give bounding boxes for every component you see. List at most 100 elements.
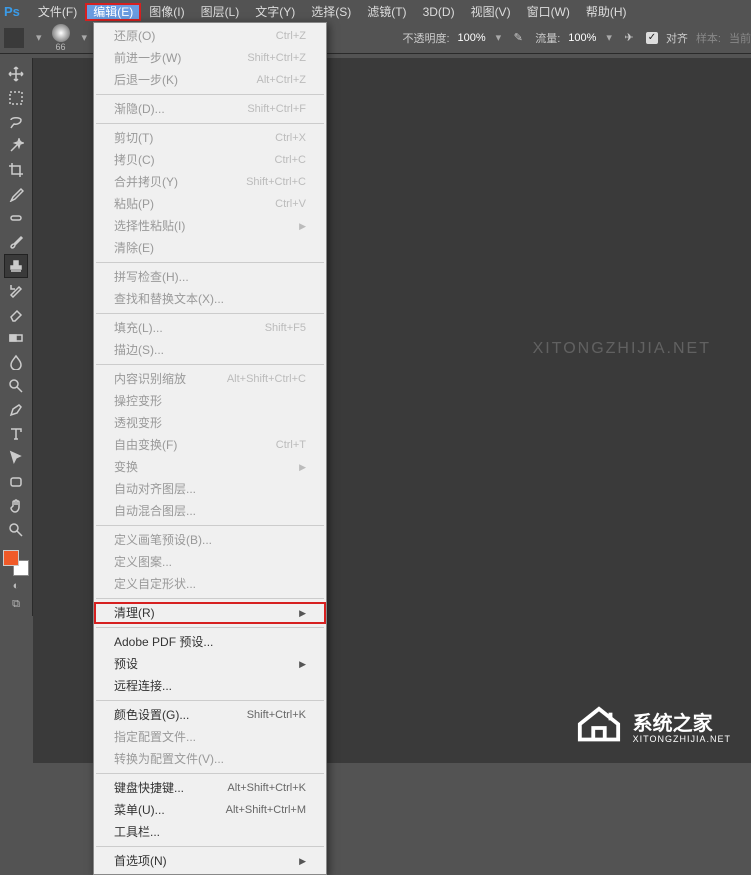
chevron-down-icon[interactable]: ▾ — [606, 31, 612, 44]
tool-magic-wand[interactable] — [4, 134, 28, 158]
menu-item[interactable]: 颜色设置(G)... Shift+Ctrl+K — [94, 704, 326, 726]
menu-编辑[interactable]: 编辑(E) — [85, 3, 141, 21]
menu-item-shortcut: Shift+Ctrl+Z — [247, 50, 306, 66]
tool-zoom[interactable] — [4, 518, 28, 542]
tool-move[interactable] — [4, 62, 28, 86]
brush-size-label: 66 — [56, 42, 66, 52]
airbrush-icon[interactable]: ✈ — [620, 29, 638, 47]
tool-healing[interactable] — [4, 206, 28, 230]
opacity-value[interactable]: 100% — [458, 32, 486, 44]
menu-item-label: 菜单(U)... — [114, 802, 165, 818]
menu-item: 清除(E) — [94, 237, 326, 259]
menu-separator — [96, 94, 324, 95]
menu-item[interactable]: 工具栏... — [94, 821, 326, 843]
tool-stamp[interactable] — [4, 254, 28, 278]
menu-item[interactable]: 远程连接... — [94, 675, 326, 697]
brush-preview[interactable]: 66 — [50, 24, 72, 52]
menu-item-label: 工具栏... — [114, 824, 160, 840]
tool-rectangle[interactable] — [4, 470, 28, 494]
menu-item-label: 自动混合图层... — [114, 503, 196, 519]
menu-item: 选择性粘贴(I)▶ — [94, 215, 326, 237]
menu-item-label: 转换为配置文件(V)... — [114, 751, 224, 767]
screenmode-icon[interactable]: ⧉ — [5, 596, 27, 612]
menu-item: 定义自定形状... — [94, 573, 326, 595]
menu-item-label: 粘贴(P) — [114, 196, 154, 212]
menu-item: 透视变形 — [94, 412, 326, 434]
menu-item[interactable]: 首选项(N)▶ — [94, 850, 326, 872]
brush-circle-icon — [52, 24, 70, 42]
submenu-arrow-icon: ▶ — [299, 459, 306, 475]
menu-item-shortcut: Shift+Ctrl+K — [247, 707, 306, 723]
tool-preset-icon[interactable] — [4, 28, 24, 48]
menu-item-label: 定义画笔预设(B)... — [114, 532, 212, 548]
toolbox: ◐ ⧉ — [0, 58, 33, 616]
quickmask-icon[interactable]: ◐ — [5, 578, 27, 594]
color-swatches[interactable] — [3, 550, 29, 576]
menu-item-label: 描边(S)... — [114, 342, 164, 358]
ps-logo: Ps — [4, 4, 20, 19]
tool-lasso[interactable] — [4, 110, 28, 134]
menu-滤镜[interactable]: 滤镜(T) — [359, 3, 414, 21]
chevron-down-icon[interactable]: ▾ — [496, 31, 502, 44]
tool-hand[interactable] — [4, 494, 28, 518]
tool-gradient[interactable] — [4, 326, 28, 350]
menu-separator — [96, 700, 324, 701]
menu-item-shortcut: Alt+Shift+Ctrl+K — [227, 780, 306, 796]
menu-item-shortcut: Ctrl+C — [275, 152, 306, 168]
menu-item: 变换▶ — [94, 456, 326, 478]
menu-separator — [96, 313, 324, 314]
menu-item-shortcut: Shift+Ctrl+F — [247, 101, 306, 117]
menu-item-label: 还原(O) — [114, 28, 155, 44]
menu-item-label: 远程连接... — [114, 678, 172, 694]
menu-item[interactable]: 菜单(U)... Alt+Shift+Ctrl+M — [94, 799, 326, 821]
tool-eraser[interactable] — [4, 302, 28, 326]
foreground-swatch[interactable] — [3, 550, 19, 566]
tool-dodge[interactable] — [4, 374, 28, 398]
menu-item-label: 颜色设置(G)... — [114, 707, 189, 723]
tool-marquee[interactable] — [4, 86, 28, 110]
menu-item-label: 指定配置文件... — [114, 729, 196, 745]
menu-item-shortcut: Alt+Ctrl+Z — [256, 72, 306, 88]
menu-窗口[interactable]: 窗口(W) — [519, 3, 578, 21]
menu-item-shortcut: Shift+F5 — [265, 320, 306, 336]
menu-separator — [96, 627, 324, 628]
tool-history-brush[interactable] — [4, 278, 28, 302]
pressure-opacity-icon[interactable]: ✎ — [509, 29, 527, 47]
tool-crop[interactable] — [4, 158, 28, 182]
chevron-down-icon[interactable]: ▾ — [36, 31, 42, 44]
menu-文件[interactable]: 文件(F) — [30, 3, 85, 21]
menu-item: 渐隐(D)...Shift+Ctrl+F — [94, 98, 326, 120]
menu-item: 拼写检查(H)... — [94, 266, 326, 288]
menu-视图[interactable]: 视图(V) — [463, 3, 519, 21]
tool-pen[interactable] — [4, 398, 28, 422]
flow-value[interactable]: 100% — [568, 32, 596, 44]
menu-item: 定义画笔预设(B)... — [94, 529, 326, 551]
menu-item-label: 定义图案... — [114, 554, 172, 570]
menu-item-label: 拼写检查(H)... — [114, 269, 189, 285]
submenu-arrow-icon: ▶ — [299, 218, 306, 234]
chevron-down-icon[interactable]: ▾ — [82, 31, 88, 44]
menu-图像[interactable]: 图像(I) — [141, 3, 192, 21]
menu-3D[interactable]: 3D(D) — [415, 3, 463, 21]
menu-item[interactable]: 键盘快捷键...Alt+Shift+Ctrl+K — [94, 777, 326, 799]
tool-blur[interactable] — [4, 350, 28, 374]
menu-帮助[interactable]: 帮助(H) — [578, 3, 635, 21]
menu-文字[interactable]: 文字(Y) — [247, 3, 303, 21]
menu-选择[interactable]: 选择(S) — [303, 3, 359, 21]
menu-item[interactable]: 预设▶ — [94, 653, 326, 675]
tool-type[interactable] — [4, 422, 28, 446]
menu-item[interactable]: Adobe PDF 预设... — [94, 631, 326, 653]
menu-图层[interactable]: 图层(L) — [193, 3, 248, 21]
menu-separator — [96, 846, 324, 847]
menu-separator — [96, 773, 324, 774]
menu-item-label: 清理(R) — [114, 605, 155, 621]
align-checkbox[interactable]: ✓ — [646, 32, 658, 44]
menu-item-label: 后退一步(K) — [114, 72, 178, 88]
menu-item-shortcut: Ctrl+Z — [276, 28, 306, 44]
menu-item-shortcut: Alt+Shift+Ctrl+C — [227, 371, 306, 387]
tool-path-select[interactable] — [4, 446, 28, 470]
tool-eyedropper[interactable] — [4, 182, 28, 206]
menu-item[interactable]: 清理(R)▶ — [94, 602, 326, 624]
menu-item-shortcut: Alt+Shift+Ctrl+M — [226, 802, 306, 818]
tool-brush[interactable] — [4, 230, 28, 254]
